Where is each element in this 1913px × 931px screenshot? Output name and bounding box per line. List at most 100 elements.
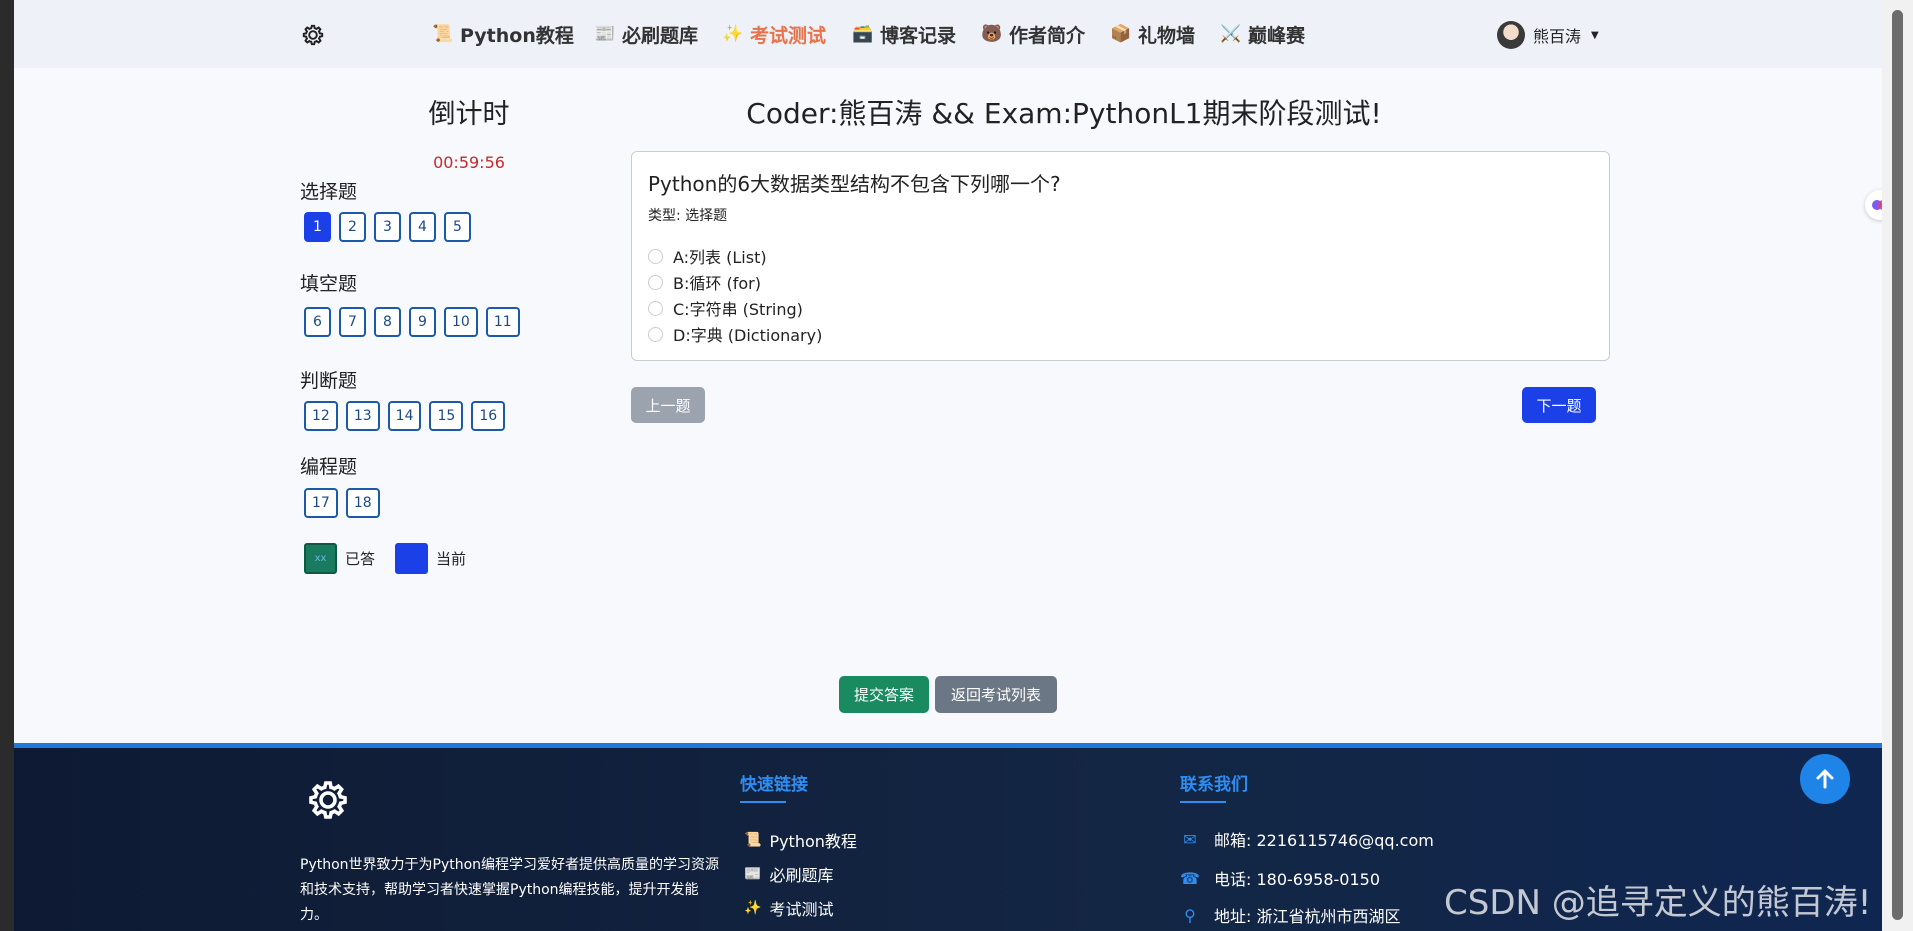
link-label: 考试测试 (769, 900, 834, 919)
section-title-programming: 编程题 (300, 456, 358, 478)
question-button-3[interactable]: 3 (374, 212, 401, 242)
scrollbar-thumb[interactable] (1892, 10, 1903, 920)
ai-assistant-icon[interactable] (1865, 190, 1882, 220)
crossed-swords-icon: ⚔️ (1220, 24, 1242, 44)
option-label: C:字符串 (String) (673, 300, 803, 319)
current-swatch (395, 543, 429, 574)
question-button-12[interactable]: 12 (304, 401, 338, 431)
nav-label: 博客记录 (880, 24, 957, 47)
question-button-14[interactable]: 14 (387, 401, 422, 431)
question-button-9[interactable]: 9 (409, 307, 436, 337)
scroll-icon: 📜 (744, 832, 762, 848)
nav-item-peak-contest[interactable]: ⚔️ 巅峰赛 (1220, 20, 1305, 48)
question-button-17[interactable]: 17 (304, 488, 338, 518)
contact-email: ✉ 邮箱: 2216115746@qq.com (1180, 827, 1434, 851)
next-question-button[interactable]: 下一题 (1522, 387, 1596, 423)
quick-links-underline (740, 801, 786, 803)
answered-swatch: xx (304, 543, 337, 574)
question-button-1[interactable]: 1 (304, 212, 331, 242)
caret-down-icon: ▼ (1591, 29, 1599, 41)
gear-logo-icon (309, 781, 347, 819)
nav-item-gift-wall[interactable]: 📦 礼物墙 (1110, 20, 1195, 48)
question-button-18[interactable]: 18 (345, 488, 380, 518)
question-button-11[interactable]: 11 (485, 307, 520, 337)
question-nav-choice: 1 2 3 4 5 (304, 212, 471, 242)
sparkles-icon: ✨ (722, 24, 744, 44)
countdown-title: 倒计时 (428, 99, 510, 130)
question-card: Python的6大数据类型结构不包含下列哪一个? 类型: 选择题 A:列表 (L… (631, 151, 1610, 361)
nav-item-exam[interactable]: ✨ 考试测试 (722, 20, 826, 48)
question-button-10[interactable]: 10 (444, 307, 478, 337)
contact-underline (1180, 801, 1226, 803)
envelope-icon: ✉ (1183, 829, 1197, 849)
section-title-choice: 选择题 (300, 181, 358, 203)
question-button-13[interactable]: 13 (345, 401, 380, 431)
status-legend: xx 已答 当前 (304, 543, 466, 574)
nav-label: 礼物墙 (1138, 24, 1196, 47)
section-title-true-false: 判断题 (300, 370, 358, 392)
question-button-7[interactable]: 7 (339, 307, 366, 337)
newspaper-icon: 📰 (594, 24, 616, 44)
question-nav-true-false: 12 13 14 15 16 (304, 401, 506, 431)
question-button-5[interactable]: 5 (444, 212, 471, 242)
nav-item-blog[interactable]: 🗃️ 博客记录 (852, 20, 956, 48)
nav-item-question-bank[interactable]: 📰 必刷题库 (594, 20, 698, 48)
option-b[interactable]: B:循环 (for) (648, 270, 761, 294)
radio-button[interactable] (648, 248, 663, 264)
scroll-icon: 📜 (432, 24, 454, 44)
option-d[interactable]: D:字典 (Dictionary) (648, 322, 822, 346)
question-nav-fill-blank: 6 7 8 9 10 11 (304, 307, 520, 337)
option-a[interactable]: A:列表 (List) (648, 244, 767, 268)
submit-answers-button[interactable]: 提交答案 (839, 676, 929, 713)
contact-text: 邮箱: 2216115746@qq.com (1214, 831, 1434, 850)
radio-button[interactable] (648, 300, 663, 316)
nav-item-author[interactable]: 🐻 作者简介 (981, 20, 1085, 48)
footer-link-question-bank[interactable]: 📰 必刷题库 (744, 862, 833, 886)
current-label: 当前 (436, 550, 467, 568)
question-button-4[interactable]: 4 (409, 212, 436, 242)
newspaper-icon: 📰 (744, 866, 762, 882)
location-icon: ⚲ (1184, 905, 1196, 925)
avatar (1497, 21, 1525, 49)
question-button-6[interactable]: 6 (304, 307, 331, 337)
question-text: Python的6大数据类型结构不包含下列哪一个? (648, 172, 1061, 196)
sparkles-icon: ✨ (744, 900, 762, 916)
option-c[interactable]: C:字符串 (String) (648, 296, 803, 320)
contact-text: 电话: 180-6958-0150 (1214, 870, 1381, 889)
radio-button[interactable] (648, 274, 663, 290)
prev-question-button[interactable]: 上一题 (631, 387, 705, 423)
nav-label: Python教程 (460, 24, 574, 47)
question-button-16[interactable]: 16 (471, 401, 506, 431)
link-label: Python教程 (769, 832, 857, 851)
back-to-top-button[interactable] (1800, 754, 1850, 804)
gear-logo-icon[interactable] (300, 22, 326, 48)
question-type: 类型: 选择题 (648, 208, 728, 224)
contact-title: 联系我们 (1180, 775, 1248, 795)
contact-phone: ☎ 电话: 180-6958-0150 (1180, 866, 1380, 890)
top-navbar: 📜 Python教程 📰 必刷题库 ✨ 考试测试 🗃️ 博客记录 🐻 作者简介 … (14, 0, 1882, 68)
contact-text: 地址: 浙江省杭州市西湖区 (1214, 907, 1401, 926)
arrow-up-icon (1816, 769, 1834, 789)
browser-viewport: 📜 Python教程 📰 必刷题库 ✨ 考试测试 🗃️ 博客记录 🐻 作者简介 … (14, 0, 1882, 931)
question-nav-programming: 17 18 (304, 488, 380, 518)
footer-link-python-tutorial[interactable]: 📜 Python教程 (744, 828, 857, 852)
user-name: 熊百涛 (1533, 27, 1582, 46)
back-to-exam-list-button[interactable]: 返回考试列表 (935, 676, 1057, 713)
user-menu[interactable]: 熊百涛 ▼ (1497, 21, 1599, 49)
nav-label: 作者简介 (1009, 24, 1086, 47)
scrollbar[interactable] (1882, 0, 1913, 931)
question-button-2[interactable]: 2 (339, 212, 366, 242)
question-button-15[interactable]: 15 (429, 401, 464, 431)
radio-button[interactable] (648, 326, 663, 342)
question-button-8[interactable]: 8 (374, 307, 401, 337)
phone-icon: ☎ (1180, 868, 1200, 888)
footer-description: Python世界致力于为Python编程学习爱好者提供高质量的学习资源和技术支持… (300, 857, 720, 923)
option-label: A:列表 (List) (673, 248, 767, 267)
footer-link-exam[interactable]: ✨ 考试测试 (744, 896, 833, 920)
nav-item-python-tutorial[interactable]: 📜 Python教程 (432, 20, 574, 48)
nav-label: 考试测试 (750, 24, 827, 47)
package-icon: 📦 (1110, 24, 1132, 44)
nav-label: 必刷题库 (622, 24, 699, 47)
link-label: 必刷题库 (769, 866, 834, 885)
answered-label: 已答 (345, 550, 376, 568)
